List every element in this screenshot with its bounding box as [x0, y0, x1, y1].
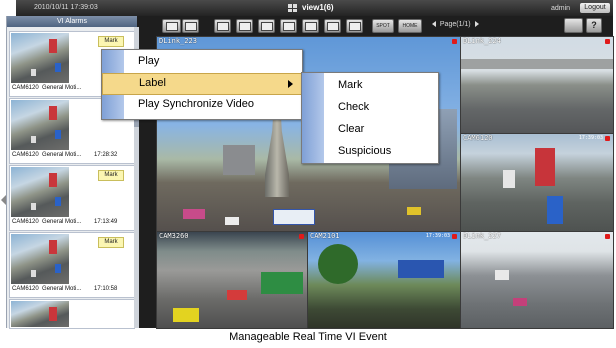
label-submenu: Mark Check Clear Suspicious: [301, 72, 439, 164]
camera-icon: [165, 22, 178, 31]
logout-button[interactable]: Logout: [580, 3, 610, 13]
alarm-item[interactable]: [9, 299, 135, 329]
layout-16-button[interactable]: [324, 19, 341, 33]
snapshot-button[interactable]: [162, 19, 181, 33]
record-indicator-icon: [605, 234, 610, 239]
figure-caption: Manageable Real Time VI Event: [229, 331, 387, 343]
alarm-thumbnail[interactable]: [11, 301, 69, 327]
menu-item-label: Play Synchronize Video: [138, 98, 254, 110]
layout-six-icon: [260, 22, 273, 31]
alarm-event: General Moti...: [42, 286, 82, 292]
view-title: view1(6): [302, 3, 334, 12]
layout-4-button[interactable]: [236, 19, 253, 33]
camera-timestamp: 17:39:03: [425, 233, 450, 239]
datetime: 2010/10/11 17:39:03: [34, 4, 98, 11]
layout-sixteen-icon: [326, 22, 339, 31]
alarm-time: 17:13:49: [94, 219, 118, 225]
layout-quad-icon: [238, 22, 251, 31]
alarm-item[interactable]: Mark CAM6120 General Moti... 17:10:58: [9, 232, 135, 298]
camera-timestamp: 17:39:03: [578, 135, 603, 141]
context-menu: Play Label Play Synchronize Video: [101, 49, 303, 120]
alarm-thumbnail[interactable]: [11, 234, 69, 284]
alarm-camera: CAM6120: [12, 152, 39, 158]
menu-item-label: Label: [139, 77, 166, 89]
alarm-event: General Moti...: [42, 85, 82, 91]
alarm-item[interactable]: Mark CAM6120 General Moti... 17:13:49: [9, 165, 135, 231]
menu-item-label-submenu[interactable]: Label: [102, 73, 302, 95]
alarm-camera: CAM6120: [12, 219, 39, 225]
layout-twentyfive-icon: [348, 22, 361, 31]
username: admin: [551, 5, 571, 12]
camera-label: CAM3260: [159, 232, 189, 240]
camera-view[interactable]: CAM3260: [156, 231, 308, 329]
camera-label: CAM2101: [310, 232, 340, 240]
alarm-caption: CAM6120 General Moti...: [12, 152, 81, 158]
camera-view[interactable]: DLink_224: [460, 36, 614, 134]
alarm-event: General Moti...: [42, 219, 82, 225]
record-indicator-icon: [605, 136, 610, 141]
home-button[interactable]: HOME: [398, 19, 422, 33]
layout-13-button[interactable]: [302, 19, 319, 33]
spot-button[interactable]: SPOT: [372, 19, 394, 33]
alarm-caption: CAM6120 General Moti...: [12, 286, 81, 292]
record-indicator-icon: [299, 234, 304, 239]
menu-item-play-sync-video[interactable]: Play Synchronize Video: [102, 95, 302, 115]
panel-header: VI Alarms: [7, 16, 137, 27]
layout-thirteen-icon: [304, 22, 317, 31]
submenu-item-check[interactable]: Check: [338, 101, 369, 113]
record-indicator-icon: [605, 39, 610, 44]
page-indicator: Page(1/1): [432, 21, 479, 28]
camera-label: CAM6120: [463, 134, 493, 142]
camera-label: DLink_223: [159, 37, 197, 45]
submenu-arrow-icon: [288, 80, 293, 88]
mark-badge[interactable]: Mark: [98, 237, 124, 248]
camera-view[interactable]: DLink_227: [460, 231, 614, 329]
alarm-caption: CAM6120 General Moti...: [12, 219, 81, 225]
page-prev-icon[interactable]: [432, 21, 436, 28]
camera-label: DLink_227: [463, 232, 501, 240]
layout-single-icon: [216, 22, 229, 31]
page-label: Page(1/1): [439, 21, 471, 28]
alarm-thumbnail[interactable]: [11, 33, 69, 83]
alarm-caption: CAM6120 General Moti...: [12, 85, 81, 91]
record-indicator-icon: [452, 234, 457, 239]
keyboard-button[interactable]: [564, 18, 583, 33]
camera-view[interactable]: CAM2101 17:39:03: [307, 231, 461, 329]
help-button[interactable]: ?: [586, 18, 602, 33]
layout-9-button[interactable]: [280, 19, 297, 33]
alarm-time: 17:10:58: [94, 286, 118, 292]
layout-nine-icon: [282, 22, 295, 31]
menu-item-label: Play: [138, 55, 160, 67]
alarm-camera: CAM6120: [12, 286, 39, 292]
alarm-thumbnail[interactable]: [11, 100, 69, 150]
camera-view[interactable]: CAM6120 17:39:03: [460, 133, 614, 233]
menu-item-play[interactable]: Play: [102, 52, 302, 72]
layout-25-button[interactable]: [346, 19, 363, 33]
alarm-time: 17:28:32: [94, 152, 118, 158]
submenu-item-clear[interactable]: Clear: [338, 123, 364, 135]
alarm-camera: CAM6120: [12, 85, 39, 91]
audio-button[interactable]: [182, 19, 199, 33]
page-next-icon[interactable]: [474, 21, 479, 28]
view-grid-icon: [288, 4, 297, 12]
submenu-item-mark[interactable]: Mark: [338, 79, 362, 91]
top-bar: 2010/10/11 17:39:03 view1(6) admin Logou…: [16, 0, 613, 16]
mark-badge[interactable]: Mark: [98, 36, 124, 47]
layout-6-button[interactable]: [258, 19, 275, 33]
mark-badge[interactable]: Mark: [98, 170, 124, 181]
layout-1-button[interactable]: [214, 19, 231, 33]
camera-label: DLink_224: [463, 37, 501, 45]
record-indicator-icon: [452, 39, 457, 44]
alarm-thumbnail[interactable]: [11, 167, 69, 217]
alarm-event: General Moti...: [42, 152, 82, 158]
speaker-icon: [184, 22, 197, 31]
submenu-item-suspicious[interactable]: Suspicious: [338, 145, 391, 157]
toolbar: SPOT HOME Page(1/1) ?: [140, 17, 602, 33]
